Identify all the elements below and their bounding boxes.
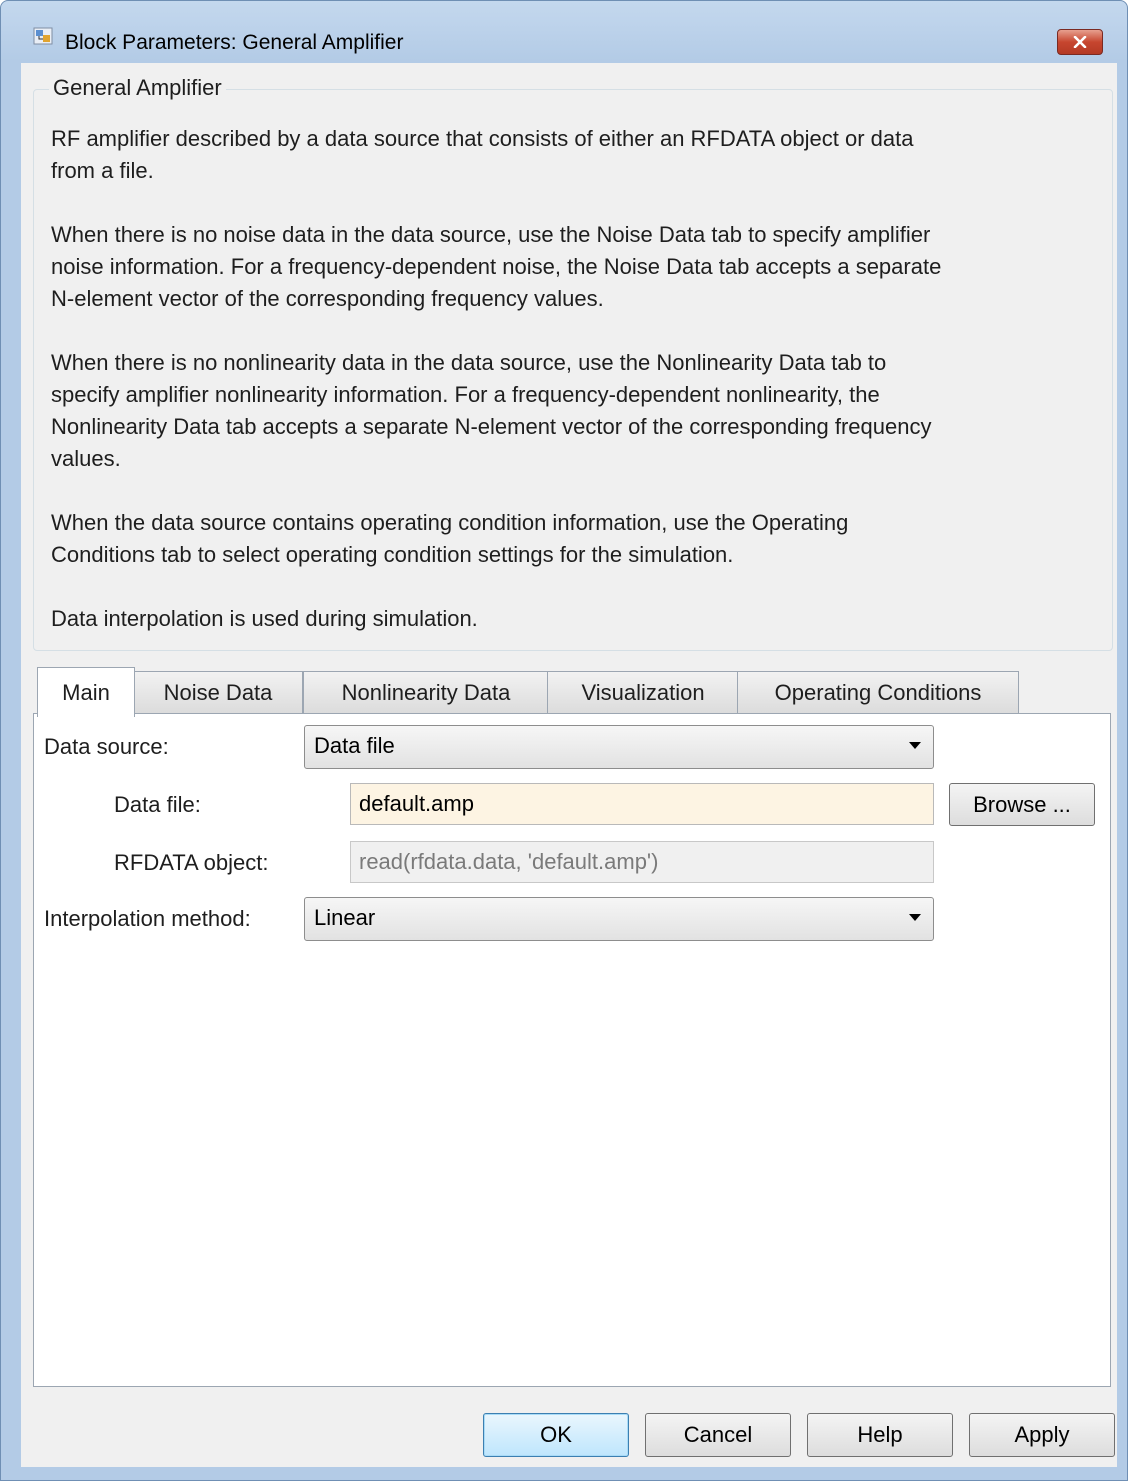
description-line: Nonlinearity Data tab accepts a separate…	[51, 414, 932, 439]
rfdata-object-input[interactable]: read(rfdata.data, 'default.amp')	[350, 841, 934, 883]
browse-button[interactable]: Browse ...	[949, 783, 1095, 826]
close-button[interactable]	[1057, 29, 1103, 55]
data-file-value: default.amp	[359, 791, 474, 816]
data-source-label: Data source:	[44, 734, 169, 759]
tab-main[interactable]: Main	[37, 667, 135, 717]
description-line: When there is no nonlinearity data in th…	[51, 350, 887, 375]
data-source-dropdown[interactable]: Data file	[304, 725, 934, 769]
description-line: noise information. For a frequency-depen…	[51, 254, 942, 279]
cancel-button[interactable]: Cancel	[645, 1413, 791, 1457]
close-icon	[1073, 36, 1087, 48]
help-button[interactable]: Help	[807, 1413, 953, 1457]
description-paragraph: Data interpolation is used during simula…	[51, 603, 1111, 635]
interpolation-method-dropdown[interactable]: Linear	[304, 897, 934, 941]
tab-operating-conditions[interactable]: Operating Conditions	[737, 671, 1019, 713]
data-source-value: Data file	[314, 733, 395, 758]
description-paragraph: When there is no noise data in the data …	[51, 219, 1111, 315]
interpolation-method-value: Linear	[314, 905, 376, 930]
window-title: Block Parameters: General Amplifier	[65, 31, 404, 54]
title-bar[interactable]: Block Parameters: General Amplifier	[1, 1, 1127, 55]
description-line: Data interpolation is used during simula…	[51, 606, 478, 631]
ok-button[interactable]: OK	[483, 1413, 629, 1457]
description-line: N-element vector of the corresponding fr…	[51, 286, 604, 311]
description-line: specify amplifier nonlinearity informati…	[51, 382, 880, 407]
description-line: Conditions tab to select operating condi…	[51, 542, 734, 567]
main-tab-panel: Data source: Data file Data file: defaul…	[33, 713, 1111, 1387]
tab-visualization[interactable]: Visualization	[547, 671, 739, 713]
tab-noise-data[interactable]: Noise Data	[133, 671, 303, 713]
rfdata-object-value: read(rfdata.data, 'default.amp')	[359, 849, 659, 874]
chevron-down-icon	[909, 914, 921, 921]
rfdata-object-label: RFDATA object:	[114, 850, 269, 875]
data-file-input[interactable]: default.amp	[350, 783, 934, 825]
chevron-down-icon	[909, 742, 921, 749]
description-line: values.	[51, 446, 121, 471]
dialog-window: Block Parameters: General Amplifier Gene…	[0, 0, 1128, 1481]
description-paragraph: When the data source contains operating …	[51, 507, 1111, 571]
description-paragraph: When there is no nonlinearity data in th…	[51, 347, 1111, 475]
description-paragraph: RF amplifier described by a data source …	[51, 123, 1111, 187]
description-line: When the data source contains operating …	[51, 510, 849, 535]
description-line: When there is no noise data in the data …	[51, 222, 931, 247]
group-title: General Amplifier	[49, 75, 226, 101]
tab-strip: Main Noise Data Nonlinearity Data Visual…	[33, 667, 1113, 717]
data-file-label: Data file:	[114, 792, 201, 817]
description-line: RF amplifier described by a data source …	[51, 126, 914, 151]
block-parameters-icon	[33, 27, 53, 45]
dialog-client-area: General Amplifier RF amplifier described…	[21, 63, 1117, 1467]
apply-button[interactable]: Apply	[969, 1413, 1115, 1457]
interpolation-method-label: Interpolation method:	[44, 906, 251, 931]
description-line: from a file.	[51, 158, 154, 183]
tab-nonlinearity-data[interactable]: Nonlinearity Data	[303, 671, 549, 713]
